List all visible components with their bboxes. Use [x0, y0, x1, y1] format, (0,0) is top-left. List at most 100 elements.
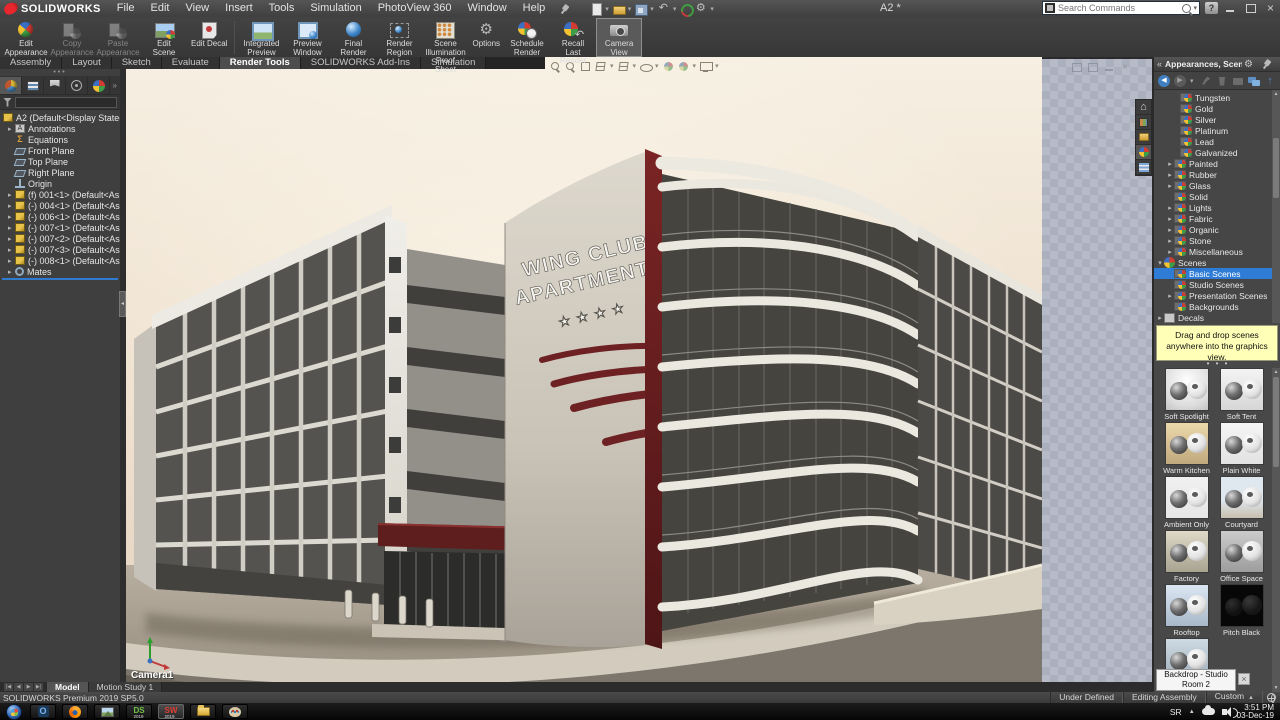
tree-item-component[interactable]: ▸(-) 007<1> (Default<As Machined> [0, 222, 120, 233]
feature-tree-filter-input[interactable] [15, 97, 117, 108]
tree-item-studio-scenes[interactable]: Studio Scenes [1154, 279, 1280, 290]
save-caret-icon[interactable]: ▾ [650, 5, 654, 13]
scene-thumb-factory[interactable]: Factory [1159, 530, 1214, 584]
recall-last-render-button[interactable]: Recall Last Render [550, 18, 596, 57]
next-tab-icon[interactable]: ▶ [24, 683, 33, 691]
thumbnails-scrollbar[interactable]: ▲ ▼ [1272, 368, 1280, 692]
menu-insert[interactable]: Insert [217, 0, 261, 17]
refresh-folders-icon[interactable] [1248, 75, 1260, 87]
tree-item-glass[interactable]: ▸Glass [1154, 180, 1280, 191]
menu-photoview360[interactable]: PhotoView 360 [370, 0, 460, 17]
options-button[interactable]: ⚙Options [468, 18, 504, 57]
graphics-area[interactable]: WING CLUB APARTMENTS ★ ★ ★ ★ [126, 57, 1152, 683]
tab-layout[interactable]: Layout [62, 57, 112, 69]
forward-icon[interactable] [1174, 75, 1186, 87]
undo-icon[interactable]: ↶ [657, 2, 670, 15]
expand-arrow-icon[interactable]: ▸ [1166, 248, 1174, 256]
motion-study-tab[interactable]: Motion Study 1 [89, 682, 163, 692]
close-button[interactable]: × [1263, 2, 1278, 14]
menu-edit[interactable]: Edit [143, 0, 178, 17]
collapse-arrow-icon[interactable]: ▾ [1156, 259, 1164, 267]
apply-scene-icon[interactable] [678, 61, 689, 72]
design-library-tab[interactable] [1136, 115, 1151, 130]
scrollbar-thumb[interactable] [1273, 138, 1279, 198]
scene-thumb-courtyard[interactable]: Courtyard [1214, 476, 1269, 530]
explorer-taskbar-button[interactable] [190, 704, 216, 719]
expand-arrow-icon[interactable]: ▸ [8, 257, 15, 265]
apply-appearance-icon[interactable] [1200, 75, 1212, 87]
search-caret-icon[interactable]: ▾ [1193, 4, 1197, 12]
preview-window-button[interactable]: Preview Window [284, 18, 330, 57]
menu-file[interactable]: File [109, 0, 143, 17]
taskbar-clock[interactable]: 3:51 PM 03-Dec-19 [1237, 704, 1274, 720]
undo-caret-icon[interactable]: ▾ [673, 5, 677, 13]
edit-appearance-button[interactable]: Edit Appearance [3, 18, 49, 57]
doc-maximize-icon[interactable] [1088, 63, 1098, 72]
edit-appearance-hud-icon[interactable] [663, 61, 674, 72]
minimize-button[interactable] [1223, 2, 1238, 14]
doc-restore-icon[interactable] [1072, 63, 1082, 72]
new-document-icon[interactable] [589, 2, 602, 15]
pin-menu-icon[interactable] [557, 1, 571, 15]
paste-appearance-button[interactable]: Paste Appearance [95, 18, 141, 57]
appearances-scenes-tab[interactable] [1136, 145, 1151, 160]
pane-splitter-grip[interactable]: • • • [1154, 361, 1280, 368]
model-tab[interactable]: Model [47, 682, 89, 692]
expand-arrow-icon[interactable]: ▸ [1166, 215, 1174, 223]
tree-root-item[interactable]: A2 (Default<Display State-1>) [0, 112, 120, 123]
tree-item-gold[interactable]: Gold [1154, 103, 1280, 114]
tree-item-equations[interactable]: ΣEquations [0, 134, 120, 145]
menu-help[interactable]: Help [515, 0, 554, 17]
section-view-icon[interactable] [595, 61, 606, 72]
up-one-level-icon[interactable]: ↑ [1264, 75, 1276, 87]
tree-item-miscellaneous[interactable]: ▸Miscellaneous [1154, 246, 1280, 257]
tree-item-component[interactable]: ▸(-) 004<1> (Default<As Machined> [0, 200, 120, 211]
tree-item-lights[interactable]: ▸Lights [1154, 202, 1280, 213]
tree-item-decals[interactable]: ▸Decals [1154, 312, 1280, 323]
tree-item-painted[interactable]: ▸Painted [1154, 158, 1280, 169]
solidworks-taskbar-button[interactable]: SW2019 [158, 704, 184, 719]
display-manager-tab[interactable] [88, 77, 110, 94]
final-render-button[interactable]: Final Render [330, 18, 376, 57]
tree-item-annotations[interactable]: ▸AAnnotations [0, 123, 120, 134]
scene-thumb-rooftop[interactable]: Rooftop [1159, 584, 1214, 638]
expand-arrow-icon[interactable]: ▸ [1166, 237, 1174, 245]
edit-scene-button[interactable]: Edit Scene [141, 18, 187, 57]
help-user-icon[interactable]: ? [1205, 2, 1218, 14]
render-region-button[interactable]: Render Region [376, 18, 422, 57]
expand-arrow-icon[interactable]: ▸ [1166, 171, 1174, 179]
volume-icon[interactable] [1222, 709, 1227, 715]
expand-arrow-icon[interactable]: ▸ [8, 246, 15, 254]
expand-arrow-icon[interactable]: ▸ [8, 224, 15, 232]
gear-icon[interactable]: ⚙ [1244, 59, 1253, 70]
search-icon[interactable] [1182, 4, 1191, 13]
custom-properties-tab[interactable] [1136, 160, 1151, 175]
tooltip-close-icon[interactable]: × [1238, 673, 1250, 685]
expand-arrow-icon[interactable]: ▸ [1166, 182, 1174, 190]
language-indicator[interactable]: SR [1170, 707, 1182, 717]
tree-item-stone[interactable]: ▸Stone [1154, 235, 1280, 246]
configuration-manager-tab[interactable] [44, 77, 66, 94]
expand-arrow-icon[interactable]: ▸ [1166, 292, 1174, 300]
tree-scrollbar[interactable]: ▲ [1272, 90, 1280, 323]
tree-item-component[interactable]: ▸(-) 007<2> (Default<As Machined> [0, 233, 120, 244]
open-document-icon[interactable] [612, 2, 625, 15]
menu-simulation[interactable]: Simulation [302, 0, 369, 17]
tree-item-right-plane[interactable]: Right Plane [0, 167, 120, 178]
draftsight-taskbar-button[interactable]: DS2019 [126, 704, 152, 719]
tree-item-platinum[interactable]: Platinum [1154, 125, 1280, 136]
firefox-taskbar-button[interactable] [62, 704, 88, 719]
tree-item-scenes[interactable]: ▾Scenes [1154, 257, 1280, 268]
caret-icon[interactable]: ▾ [633, 62, 637, 70]
render-viewport[interactable]: WING CLUB APARTMENTS ★ ★ ★ ★ [126, 57, 1042, 683]
start-button[interactable] [6, 704, 22, 720]
first-tab-icon[interactable]: |◀ [4, 683, 13, 691]
scroll-up-icon[interactable]: ▲ [1272, 368, 1280, 376]
tab-render-tools[interactable]: Render Tools [220, 57, 301, 69]
expand-arrow-icon[interactable]: ▸ [1166, 226, 1174, 234]
expand-arrow-icon[interactable]: ▸ [8, 235, 15, 243]
tree-item-origin[interactable]: Origin [0, 178, 120, 189]
doc-minimize-icon[interactable] [1104, 63, 1114, 72]
expand-arrow-icon[interactable]: ▸ [8, 213, 15, 221]
schedule-render-button[interactable]: Schedule Render [504, 18, 550, 57]
